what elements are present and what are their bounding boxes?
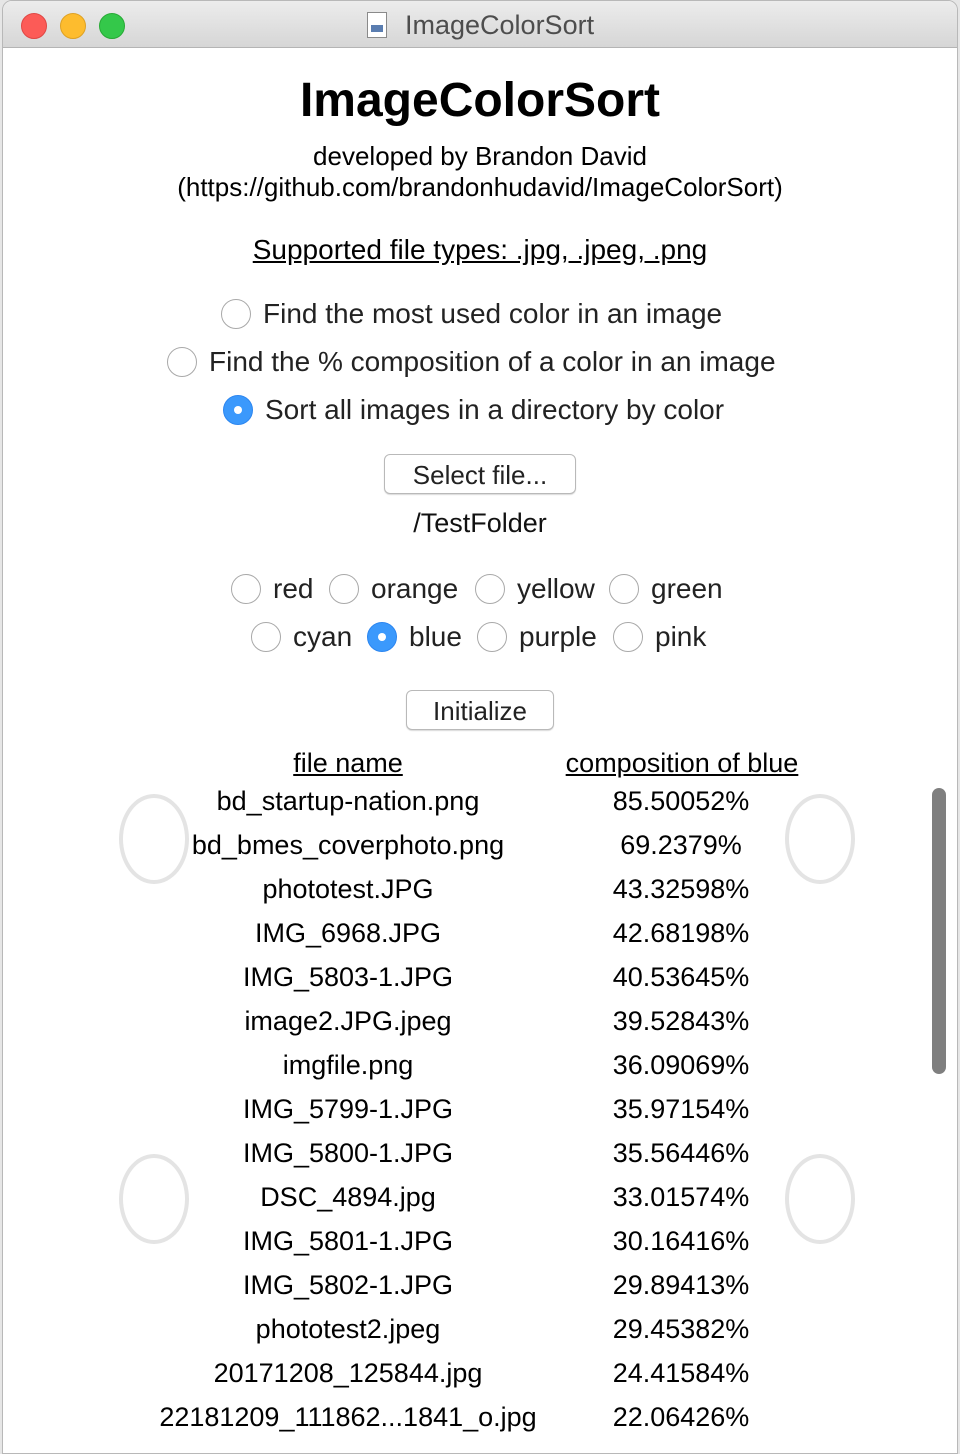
mode-option-composition[interactable]: Find the % composition of a color in an … — [167, 346, 776, 378]
file-name-cell: DSC_4894.jpg — [260, 1182, 436, 1212]
close-window-button[interactable] — [21, 13, 47, 39]
vertical-scrollbar[interactable] — [926, 786, 956, 1453]
composition-cell: 36.09069% — [612, 1050, 750, 1080]
table-row[interactable]: bd_startup-nation.png 85.50052% — [3, 786, 957, 830]
radio-button[interactable] — [475, 574, 505, 604]
file-name-cell: IMG_5800-1.JPG — [242, 1138, 454, 1168]
color-option-orange[interactable]: orange — [329, 573, 458, 605]
color-option-cyan[interactable]: cyan — [251, 621, 352, 653]
composition-cell: 29.45382% — [612, 1314, 750, 1344]
file-name-cell: IMG_5802-1.JPG — [242, 1270, 454, 1300]
color-option-purple[interactable]: purple — [477, 621, 597, 653]
supported-file-types: Supported file types: .jpg, .jpeg, .png — [252, 234, 708, 265]
color-label: pink — [655, 621, 707, 652]
mode-label: Find the % composition of a color in an … — [209, 346, 776, 377]
initialize-button[interactable]: Initialize — [406, 690, 554, 730]
radio-button[interactable] — [167, 347, 197, 377]
radio-button-selected[interactable] — [367, 622, 397, 652]
file-name-cell: phototest.JPG — [262, 874, 434, 904]
table-row[interactable]: phototest2.jpeg 29.45382% — [3, 1314, 957, 1358]
composition-cell: 22.06426% — [612, 1402, 750, 1432]
table-row[interactable]: imgfile.png 36.09069% — [3, 1050, 957, 1094]
radio-button[interactable] — [609, 574, 639, 604]
color-label: green — [651, 573, 723, 604]
composition-cell: 39.52843% — [612, 1006, 750, 1036]
selected-path: /TestFolder — [413, 508, 547, 538]
color-label: purple — [519, 621, 597, 652]
file-name-cell: phototest2.jpeg — [255, 1314, 441, 1344]
table-row[interactable]: 20171208_125844.jpg 24.41584% — [3, 1358, 957, 1402]
table-row[interactable]: image2.JPG.jpeg 39.52843% — [3, 1006, 957, 1050]
file-name-cell: bd_bmes_coverphoto.png — [191, 830, 505, 860]
radio-button[interactable] — [329, 574, 359, 604]
composition-cell: 35.97154% — [612, 1094, 750, 1124]
main-content: ImageColorSort developed by Brandon Davi… — [3, 48, 957, 1453]
composition-cell: 29.89413% — [612, 1270, 750, 1300]
mode-label: Find the most used color in an image — [263, 298, 723, 329]
radio-button[interactable] — [251, 622, 281, 652]
app-window: ImageColorSort ImageColorSort developed … — [2, 0, 958, 1454]
color-option-pink[interactable]: pink — [613, 621, 706, 653]
mode-label: Sort all images in a directory by color — [265, 394, 725, 425]
title-bar: ImageColorSort — [3, 1, 957, 48]
color-option-green[interactable]: green — [609, 573, 723, 605]
radio-button[interactable] — [613, 622, 643, 652]
app-title: ImageColorSort — [299, 74, 661, 127]
file-name-cell: imgfile.png — [282, 1050, 414, 1080]
repo-url: (https://github.com/brandonhudavid/Image… — [177, 172, 783, 202]
developer-credit: developed by Brandon David — [313, 141, 647, 171]
table-row[interactable]: phototest.JPG 43.32598% — [3, 874, 957, 918]
scrollbar-thumb[interactable] — [932, 788, 946, 1074]
composition-cell: 33.01574% — [612, 1182, 750, 1212]
color-label: orange — [371, 573, 459, 604]
select-file-button[interactable]: Select file... — [384, 454, 576, 494]
file-name-cell: bd_startup-nation.png — [216, 786, 480, 816]
table-row[interactable]: bd_bmes_coverphoto.png 69.2379% — [3, 830, 957, 874]
file-name-cell: IMG_5799-1.JPG — [242, 1094, 454, 1124]
table-row[interactable]: IMG_5803-1.JPG 40.53645% — [3, 962, 957, 1006]
color-option-red[interactable]: red — [231, 573, 313, 605]
zoom-window-button[interactable] — [99, 13, 125, 39]
color-label: cyan — [293, 621, 353, 652]
table-row[interactable]: IMG_5801-1.JPG 30.16416% — [3, 1226, 957, 1270]
color-label: red — [273, 573, 314, 604]
composition-cell: 69.2379% — [620, 830, 742, 860]
document-icon — [367, 12, 387, 38]
table-row[interactable]: IMG_6968.JPG 42.68198% — [3, 918, 957, 962]
file-name-cell: 20171208_125844.jpg — [213, 1358, 483, 1388]
column-header-file-name[interactable]: file name — [243, 748, 453, 779]
results-table[interactable]: bd_startup-nation.png 85.50052% bd_bmes_… — [3, 786, 957, 1453]
composition-cell: 40.53645% — [612, 962, 750, 992]
table-row[interactable]: DSC_4894.jpg 33.01574% — [3, 1182, 957, 1226]
file-name-cell: 22181209_111862...1841_o.jpg — [159, 1402, 537, 1432]
table-row[interactable]: 22181209_111862...1841_o.jpg 22.06426% — [3, 1402, 957, 1446]
radio-button[interactable] — [221, 299, 251, 329]
composition-cell: 43.32598% — [612, 874, 750, 904]
mode-option-most-used[interactable]: Find the most used color in an image — [221, 298, 722, 330]
composition-cell: 24.41584% — [612, 1358, 750, 1388]
composition-cell: 42.68198% — [612, 918, 750, 948]
radio-button[interactable] — [231, 574, 261, 604]
radio-button-selected[interactable] — [223, 395, 253, 425]
file-name-cell: IMG_5801-1.JPG — [242, 1226, 454, 1256]
mode-option-sort-directory[interactable]: Sort all images in a directory by color — [223, 394, 724, 426]
column-header-composition[interactable]: composition of blue — [551, 748, 813, 779]
composition-cell: 35.56446% — [612, 1138, 750, 1168]
radio-button[interactable] — [477, 622, 507, 652]
file-name-cell: image2.JPG.jpeg — [244, 1006, 452, 1036]
composition-cell: 85.50052% — [612, 786, 750, 816]
file-name-cell: IMG_6968.JPG — [254, 918, 442, 948]
color-option-blue[interactable]: blue — [367, 621, 462, 653]
file-name-cell: IMG_5803-1.JPG — [242, 962, 454, 992]
table-row[interactable]: IMG_5799-1.JPG 35.97154% — [3, 1094, 957, 1138]
color-label: yellow — [517, 573, 595, 604]
table-row[interactable]: IMG_5802-1.JPG 29.89413% — [3, 1270, 957, 1314]
minimize-window-button[interactable] — [60, 13, 86, 39]
table-row[interactable]: IMG_5800-1.JPG 35.56446% — [3, 1138, 957, 1182]
window-title: ImageColorSort — [405, 10, 595, 40]
color-option-yellow[interactable]: yellow — [475, 573, 595, 605]
color-label: blue — [409, 621, 462, 652]
composition-cell: 30.16416% — [612, 1226, 750, 1256]
